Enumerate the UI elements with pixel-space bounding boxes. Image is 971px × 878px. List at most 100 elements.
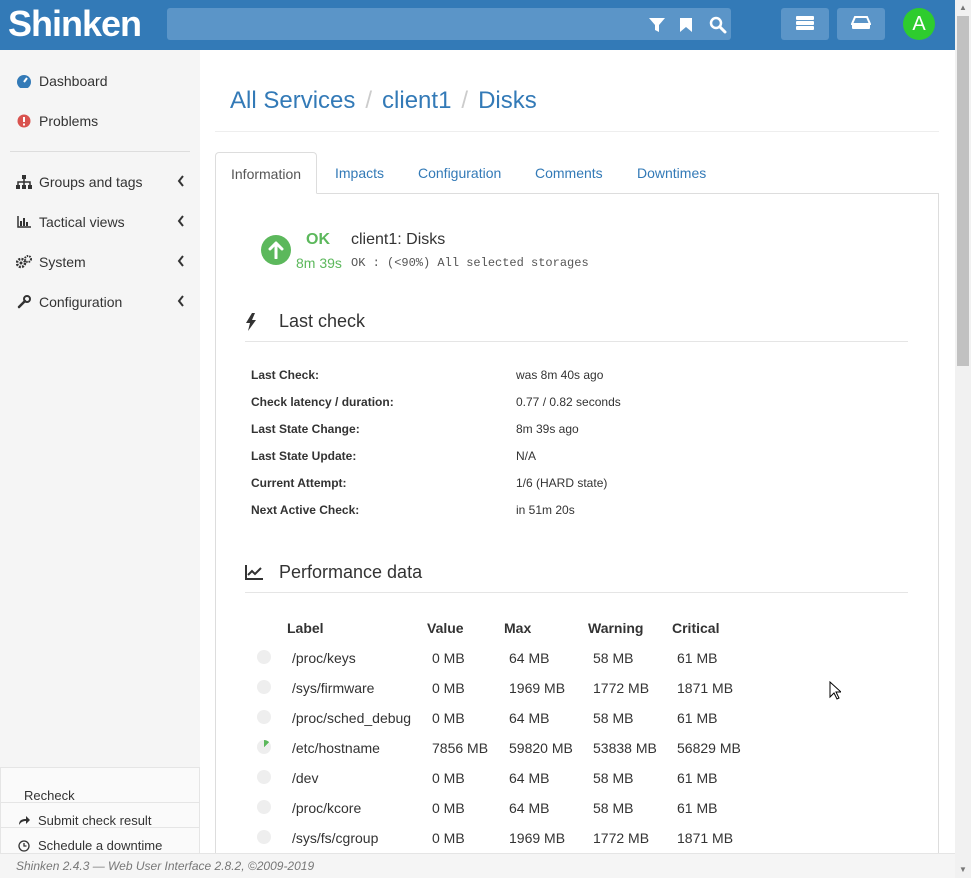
sidebar-item-label: Dashboard bbox=[39, 73, 108, 89]
tab-impacts[interactable]: Impacts bbox=[320, 152, 399, 194]
last-state-update-value: N/A bbox=[516, 449, 537, 463]
perf-cell-warning: 1772 MB bbox=[593, 680, 650, 696]
line-chart-icon bbox=[245, 565, 265, 580]
search-icon[interactable] bbox=[707, 14, 729, 36]
perf-cell-critical: 61 MB bbox=[677, 770, 718, 786]
scroll-thumb[interactable] bbox=[957, 16, 969, 366]
sidebar-item-tactical-views[interactable]: Tactical views bbox=[0, 202, 200, 242]
tab-configuration[interactable]: Configuration bbox=[403, 152, 516, 194]
breadcrumb-all-services[interactable]: All Services bbox=[230, 87, 355, 114]
perf-cell-value: 0 MB bbox=[432, 650, 465, 666]
status-ok-icon bbox=[261, 235, 291, 265]
perf-cell-value: 7856 MB bbox=[432, 740, 489, 756]
search-bar bbox=[167, 8, 731, 40]
tab-information[interactable]: Information bbox=[215, 152, 318, 194]
last-state-change-label: Last State Change: bbox=[251, 422, 360, 436]
sidebar: Dashboard Problems Groups and tags Tacti… bbox=[0, 50, 200, 853]
perf-header-value: Value bbox=[427, 620, 464, 636]
usage-pie-icon bbox=[257, 680, 271, 694]
filter-icon[interactable] bbox=[646, 14, 668, 36]
next-active-check-label: Next Active Check: bbox=[251, 503, 360, 517]
perf-cell-warning: 58 MB bbox=[593, 710, 634, 726]
tab-comments[interactable]: Comments bbox=[520, 152, 618, 194]
section-divider bbox=[245, 592, 908, 593]
status-state: OK bbox=[306, 231, 330, 248]
footer: Shinken 2.4.3 — Web User Interface 2.8.2… bbox=[0, 853, 955, 878]
perf-cell-value: 0 MB bbox=[432, 770, 465, 786]
gears-icon bbox=[16, 254, 32, 270]
perf-header-label: Label bbox=[287, 620, 324, 636]
submit-check-result-button[interactable]: Submit check result bbox=[18, 813, 151, 828]
perf-cell-critical: 1871 MB bbox=[677, 830, 734, 846]
disk-button[interactable] bbox=[837, 8, 885, 40]
scroll-down-arrow[interactable]: ▼ bbox=[955, 862, 971, 878]
bookmark-icon[interactable] bbox=[675, 14, 697, 36]
breadcrumb: All Services / client1 / Disks bbox=[230, 87, 537, 115]
usage-pie-icon bbox=[257, 650, 271, 664]
dashboard-icon bbox=[16, 73, 32, 89]
server-list-button[interactable] bbox=[781, 8, 829, 40]
tab-downtimes[interactable]: Downtimes bbox=[622, 152, 721, 194]
perf-cell-label: /sys/fs/cgroup bbox=[292, 830, 379, 846]
sidebar-item-label: Tactical views bbox=[39, 214, 125, 230]
last-state-update-label: Last State Update: bbox=[251, 449, 357, 463]
scrollbar[interactable]: ▲ ▼ bbox=[955, 0, 971, 878]
chevron-left-icon bbox=[177, 255, 185, 270]
action-panel: Recheck Submit check result Schedule a d… bbox=[0, 767, 200, 853]
breadcrumb-separator: / bbox=[365, 87, 373, 114]
sidebar-item-label: Problems bbox=[39, 113, 99, 129]
user-avatar[interactable]: A bbox=[903, 8, 935, 40]
recheck-button[interactable]: Recheck bbox=[24, 788, 75, 803]
schedule-downtime-button[interactable]: Schedule a downtime bbox=[18, 838, 162, 853]
section-title: Last check bbox=[279, 311, 366, 331]
perf-header-warning: Warning bbox=[588, 620, 644, 636]
usage-pie-icon bbox=[257, 830, 271, 844]
sidebar-item-label: System bbox=[39, 254, 86, 270]
perf-cell-max: 64 MB bbox=[509, 800, 550, 816]
perf-cell-critical: 61 MB bbox=[677, 650, 718, 666]
perf-cell-label: /sys/firmware bbox=[292, 680, 375, 696]
perf-cell-warning: 1772 MB bbox=[593, 830, 650, 846]
perf-cell-max: 59820 MB bbox=[509, 740, 573, 756]
perf-cell-warning: 58 MB bbox=[593, 770, 634, 786]
section-divider bbox=[245, 341, 908, 342]
sidebar-item-groups-and-tags[interactable]: Groups and tags bbox=[0, 162, 200, 202]
breadcrumb-separator: / bbox=[461, 87, 469, 114]
perf-cell-warning: 58 MB bbox=[593, 650, 634, 666]
perf-cell-value: 0 MB bbox=[432, 830, 465, 846]
brand-logo[interactable]: Shinken bbox=[8, 3, 142, 45]
sidebar-item-system[interactable]: System bbox=[0, 242, 200, 282]
last-state-change-value: 8m 39s ago bbox=[516, 422, 579, 436]
scroll-up-arrow[interactable]: ▲ bbox=[955, 0, 971, 16]
tab-bar: Information Impacts Configuration Commen… bbox=[215, 152, 939, 194]
sidebar-divider bbox=[10, 151, 190, 152]
current-attempt-value: 1/6 (HARD state) bbox=[516, 476, 608, 490]
sidebar-item-dashboard[interactable]: Dashboard bbox=[0, 61, 200, 101]
submit-label: Submit check result bbox=[38, 813, 152, 828]
performance-data-heading: Performance data bbox=[245, 562, 422, 583]
exclamation-circle-icon bbox=[16, 113, 32, 129]
sidebar-item-label: Groups and tags bbox=[39, 174, 143, 190]
breadcrumb-divider bbox=[215, 131, 939, 132]
search-input[interactable] bbox=[167, 8, 637, 40]
bar-chart-icon bbox=[16, 214, 32, 230]
recheck-label: Recheck bbox=[24, 788, 75, 803]
current-attempt-label: Current Attempt: bbox=[251, 476, 347, 490]
perf-header-max: Max bbox=[504, 620, 532, 636]
breadcrumb-service[interactable]: Disks bbox=[478, 87, 537, 114]
hdd-icon bbox=[850, 15, 872, 33]
breadcrumb-host[interactable]: client1 bbox=[382, 87, 451, 114]
perf-cell-max: 1969 MB bbox=[509, 830, 566, 846]
perf-cell-warning: 53838 MB bbox=[593, 740, 657, 756]
usage-pie-icon bbox=[257, 740, 271, 754]
sidebar-item-problems[interactable]: Problems bbox=[0, 101, 200, 141]
clock-icon bbox=[18, 839, 32, 852]
service-output: OK : (<90%) All selected storages bbox=[351, 256, 589, 270]
section-title: Performance data bbox=[279, 562, 423, 582]
perf-cell-value: 0 MB bbox=[432, 680, 465, 696]
sidebar-item-configuration[interactable]: Configuration bbox=[0, 282, 200, 322]
chevron-left-icon bbox=[177, 175, 185, 190]
chevron-left-icon bbox=[177, 215, 185, 230]
perf-header-critical: Critical bbox=[672, 620, 720, 636]
perf-cell-max: 1969 MB bbox=[509, 680, 566, 696]
